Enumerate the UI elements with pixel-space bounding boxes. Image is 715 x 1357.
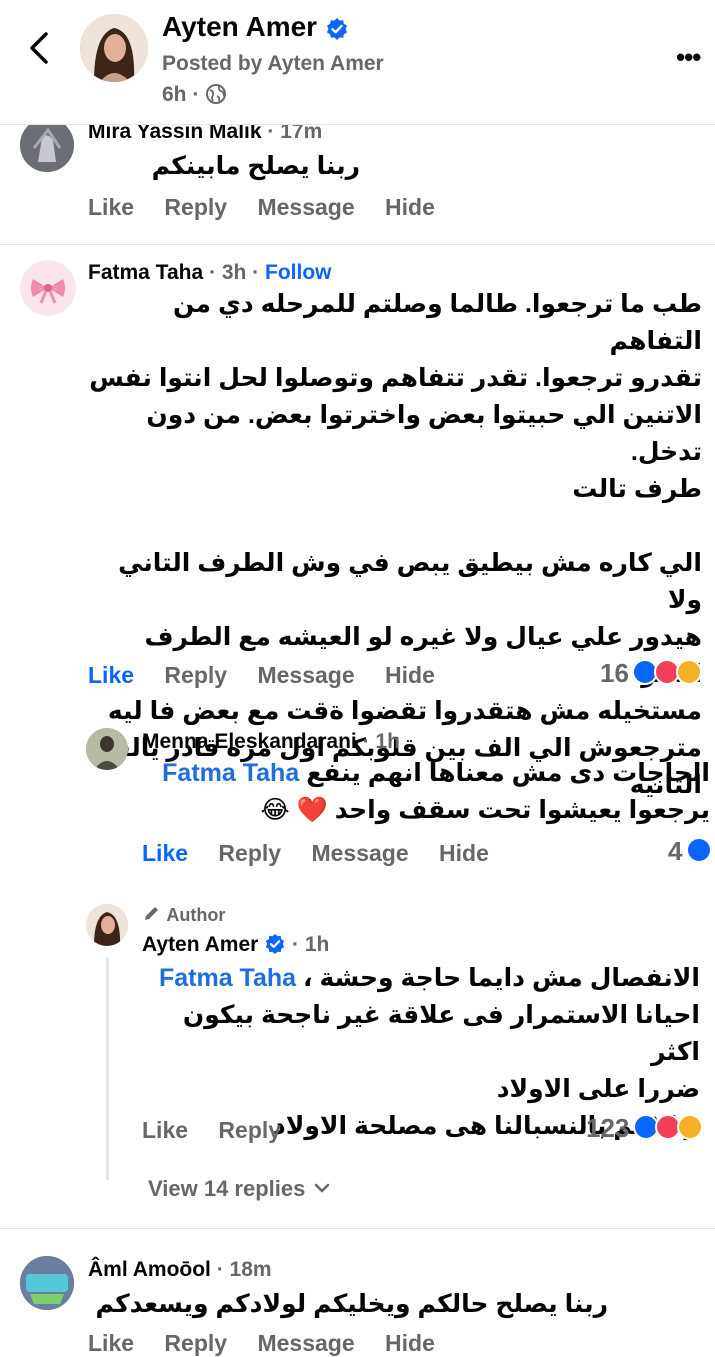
avatar[interactable] — [86, 904, 128, 946]
reply-button[interactable]: Reply — [218, 840, 281, 866]
like-button[interactable]: Like — [88, 662, 134, 688]
hide-button[interactable]: Hide — [439, 840, 489, 866]
verified-badge-icon — [326, 17, 347, 40]
chevron-left-icon — [30, 32, 48, 64]
avatar[interactable] — [20, 1256, 74, 1310]
post-time: 6h · — [162, 83, 227, 107]
reply-button[interactable]: Reply — [218, 1117, 281, 1143]
comment-text: ربنا يصلح مابينكم — [151, 152, 360, 180]
comment-actions: Like Reply Message Hide — [142, 840, 513, 867]
message-button[interactable]: Message — [257, 1330, 354, 1356]
reply-button[interactable]: Reply — [164, 194, 227, 220]
thread-line — [106, 958, 109, 1180]
mention-link[interactable]: Fatma Taha — [159, 964, 296, 992]
like-button[interactable]: Like — [88, 1330, 134, 1356]
reaction-summary[interactable]: 4 — [668, 836, 712, 867]
comment-text: الحاجات دى مش معناها انهم ينفع Fatma Tah… — [162, 759, 710, 824]
message-button[interactable]: Message — [257, 194, 354, 220]
globe-icon — [206, 84, 227, 104]
comment-actions: Like Reply — [142, 1117, 305, 1144]
comment-text: طب ما ترجعوا. طالما وصلتم للمرحله دي من … — [89, 290, 702, 799]
reply-button[interactable]: Reply — [164, 662, 227, 688]
divider — [0, 1228, 715, 1229]
pencil-icon — [145, 907, 158, 920]
avatar[interactable] — [20, 260, 76, 316]
care-reaction-icon — [676, 659, 703, 685]
verified-badge-icon — [265, 933, 285, 955]
view-replies-button[interactable]: View 14 replies — [148, 1176, 332, 1202]
comment-actions: Like Reply Message Hide — [88, 194, 459, 221]
avatar[interactable] — [80, 14, 148, 82]
chevron-down-icon — [314, 1183, 329, 1193]
avatar[interactable] — [86, 728, 128, 770]
more-options-button[interactable]: ••• — [676, 42, 701, 73]
like-reaction-icon — [685, 837, 712, 863]
comment-actions: Like Reply Message Hide — [88, 1330, 459, 1357]
bow-icon — [31, 279, 65, 304]
reply-button[interactable]: Reply — [164, 1330, 227, 1356]
like-button[interactable]: Like — [142, 840, 188, 866]
post-author-name[interactable]: Ayten Amer — [162, 11, 349, 43]
posted-by: Posted by Ayten Amer — [162, 52, 384, 75]
divider — [0, 244, 715, 245]
comment-text: ربنا يصلح حالكم ويخليكم لولادكم ويسعدكم — [95, 1290, 609, 1318]
author-badge: Author — [142, 905, 225, 926]
message-button[interactable]: Message — [311, 840, 408, 866]
comment-author[interactable]: Menna Eleskandarani · 1h — [142, 730, 400, 754]
back-button[interactable] — [26, 30, 56, 66]
like-button[interactable]: Like — [88, 194, 134, 220]
avatar[interactable] — [20, 118, 74, 172]
comment-author[interactable]: Âml Amoōol · 18m — [88, 1258, 272, 1282]
hide-button[interactable]: Hide — [385, 662, 435, 688]
follow-button[interactable]: Follow — [265, 261, 332, 284]
mention-link[interactable]: Fatma Taha — [162, 759, 299, 787]
comment-author[interactable]: Fatma Taha · 3h · Follow — [88, 261, 332, 285]
care-reaction-icon — [676, 1114, 703, 1140]
comment-actions: Like Reply Message Hide — [88, 662, 459, 689]
message-button[interactable]: Message — [257, 662, 354, 688]
emoji: ❤️ 😂 — [260, 796, 328, 824]
reaction-summary[interactable]: 123 — [586, 1113, 703, 1144]
post-header: Ayten Amer Posted by Ayten Amer 6h · ••• — [0, 0, 715, 125]
comment-author[interactable]: Ayten Amer · 1h — [142, 933, 329, 957]
like-button[interactable]: Like — [142, 1117, 188, 1143]
hide-button[interactable]: Hide — [385, 1330, 435, 1356]
reaction-summary[interactable]: 16 — [600, 658, 703, 689]
hide-button[interactable]: Hide — [385, 194, 435, 220]
